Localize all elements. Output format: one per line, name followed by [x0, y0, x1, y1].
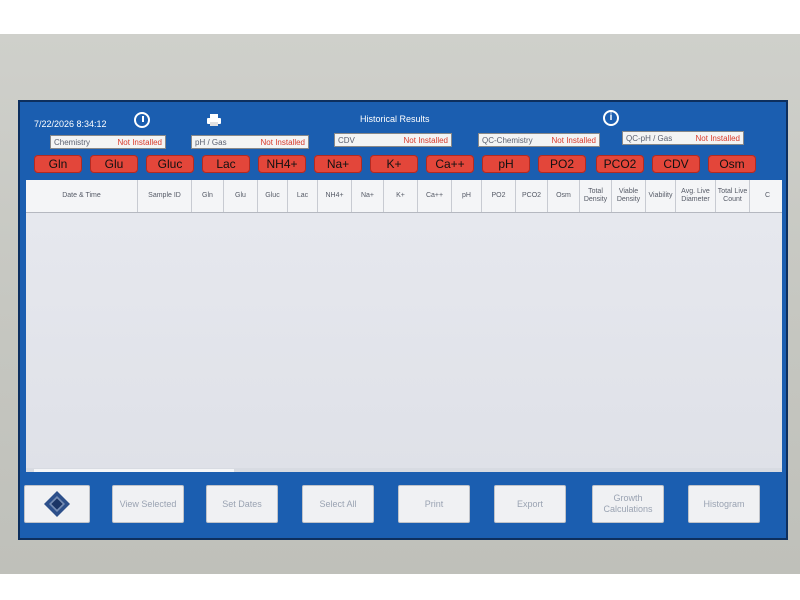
col-date-time[interactable]: Date & Time — [26, 180, 138, 212]
col-viability[interactable]: Viability — [646, 180, 676, 212]
bottom-toolbar: View Selected Set Dates Select All Print… — [20, 477, 786, 537]
analyte-po2[interactable]: PO2 — [538, 155, 586, 173]
status-label: QC-pH / Gas — [626, 134, 673, 143]
analyte-glu[interactable]: Glu — [90, 155, 138, 173]
page-title: Historical Results — [360, 114, 430, 124]
view-selected-button[interactable]: View Selected — [112, 485, 184, 523]
col-po2[interactable]: PO2 — [482, 180, 516, 212]
table-body-empty[interactable] — [26, 213, 782, 468]
col-glu[interactable]: Glu — [224, 180, 258, 212]
print-button[interactable]: Print — [398, 485, 470, 523]
status-label: CDV — [338, 136, 355, 145]
analyte-osm[interactable]: Osm — [708, 155, 756, 173]
status-label: QC-Chemistry — [482, 136, 533, 145]
col-total-live-count[interactable]: Total Live Count — [716, 180, 750, 212]
status-value: Not Installed — [403, 136, 448, 145]
col-viable-density[interactable]: Viable Density — [612, 180, 646, 212]
status-label: Chemistry — [54, 138, 91, 147]
col-gln[interactable]: Gln — [192, 180, 224, 212]
scrollbar-thumb[interactable] — [34, 469, 234, 472]
status-ph-gas: pH / Gas Not Installed — [191, 135, 309, 149]
table-header: Date & Time Sample ID Gln Glu Gluc Lac N… — [26, 180, 782, 213]
col-ca[interactable]: Ca++ — [418, 180, 452, 212]
results-table: Date & Time Sample ID Gln Glu Gluc Lac N… — [26, 180, 782, 472]
analyte-gln[interactable]: Gln — [34, 155, 82, 173]
status-value: Not Installed — [551, 136, 596, 145]
analyte-ph[interactable]: pH — [482, 155, 530, 173]
export-button[interactable]: Export — [494, 485, 566, 523]
analyte-ca[interactable]: Ca++ — [426, 155, 474, 173]
status-value: Not Installed — [117, 138, 162, 147]
analyte-k[interactable]: K+ — [370, 155, 418, 173]
col-nh4[interactable]: NH4+ — [318, 180, 352, 212]
status-value: Not Installed — [260, 138, 305, 147]
status-qc-chemistry: QC-Chemistry Not Installed — [478, 133, 600, 147]
col-gluc[interactable]: Gluc — [258, 180, 288, 212]
printer-icon[interactable] — [206, 113, 222, 126]
photo-background-bottom — [0, 574, 800, 600]
col-osm[interactable]: Osm — [548, 180, 580, 212]
analyte-gluc[interactable]: Gluc — [146, 155, 194, 173]
status-qc-ph-gas: QC-pH / Gas Not Installed — [622, 131, 744, 145]
col-total-density[interactable]: Total Density — [580, 180, 612, 212]
col-ph[interactable]: pH — [452, 180, 482, 212]
col-avg-live-diameter[interactable]: Avg. Live Diameter — [676, 180, 716, 212]
col-lac[interactable]: Lac — [288, 180, 318, 212]
analyte-nh4[interactable]: NH4+ — [258, 155, 306, 173]
col-pco2[interactable]: PCO2 — [516, 180, 548, 212]
analyte-cdv[interactable]: CDV — [652, 155, 700, 173]
photo-background-top — [0, 0, 800, 34]
col-truncated[interactable]: C — [750, 180, 782, 212]
analyte-pco2[interactable]: PCO2 — [596, 155, 644, 173]
status-value: Not Installed — [695, 134, 740, 143]
info-icon[interactable]: i — [603, 110, 619, 126]
status-chemistry: Chemistry Not Installed — [50, 135, 166, 149]
horizontal-scrollbar[interactable] — [26, 468, 782, 472]
status-label: pH / Gas — [195, 138, 227, 147]
set-dates-button[interactable]: Set Dates — [206, 485, 278, 523]
col-na[interactable]: Na+ — [352, 180, 384, 212]
home-logo-button[interactable] — [24, 485, 90, 523]
histogram-button[interactable]: Histogram — [688, 485, 760, 523]
device-screen: 7/22/2026 8:34:12 Historical Results i C… — [18, 100, 788, 540]
date-time-readout: 7/22/2026 8:34:12 — [34, 119, 107, 129]
home-logo-icon — [44, 491, 70, 517]
col-k[interactable]: K+ — [384, 180, 418, 212]
status-cdv: CDV Not Installed — [334, 133, 452, 147]
analyte-lac[interactable]: Lac — [202, 155, 250, 173]
growth-calculations-button[interactable]: Growth Calculations — [592, 485, 664, 523]
analyte-na[interactable]: Na+ — [314, 155, 362, 173]
col-sample-id[interactable]: Sample ID — [138, 180, 192, 212]
clock-icon[interactable] — [134, 112, 150, 128]
select-all-button[interactable]: Select All — [302, 485, 374, 523]
